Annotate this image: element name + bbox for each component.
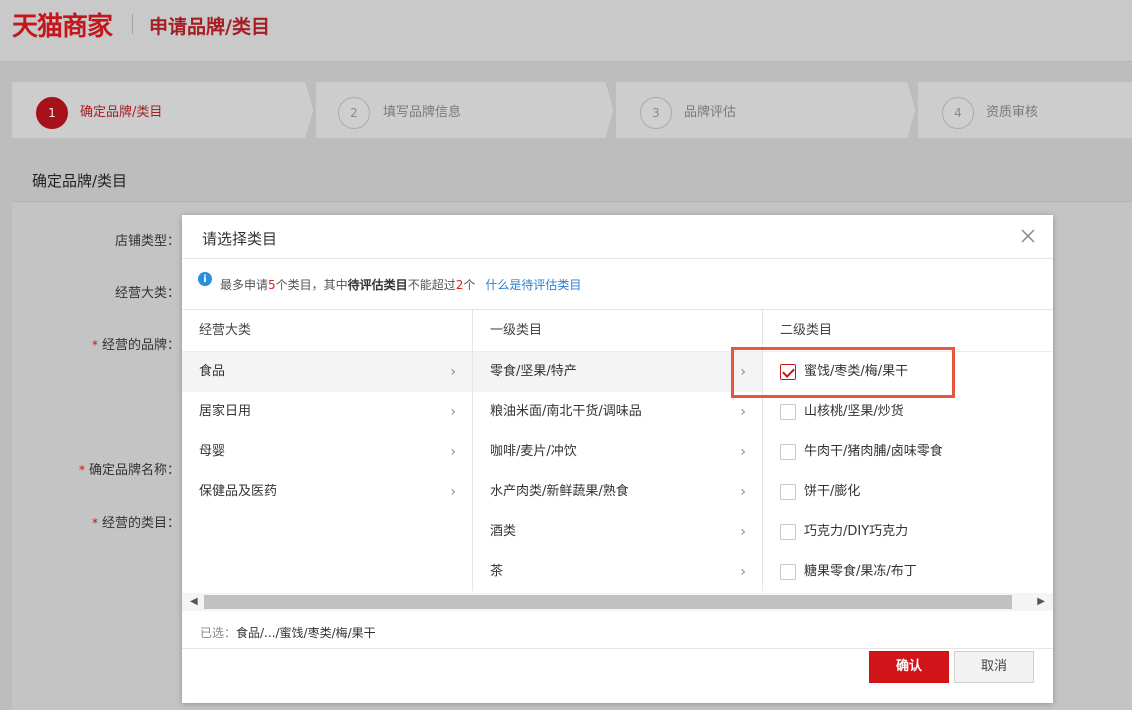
list-item[interactable]: 居家日用 ›: [182, 392, 472, 432]
column-level1-category: 一级类目 零食/坚果/特产 › 粮油米面/南北干货/调味品 › 咖啡/麦片/冲饮 › …: [473, 310, 763, 591]
checkbox[interactable]: [780, 444, 796, 460]
column-main-category: 经营大类 食品 › 居家日用 › 母婴 › 保健品及医药 ›: [182, 310, 473, 591]
list-item[interactable]: 食品 ›: [182, 352, 472, 392]
step-separator-arrow: [600, 82, 615, 138]
category-label: * 经营的类目：: [91, 516, 180, 531]
list-item[interactable]: 酒类 ›: [473, 512, 762, 552]
progress-steps: 1 确定品牌/类目 2 填写品牌信息 3 品牌评估 4 资质审核: [12, 82, 1132, 138]
step-label: 确定品牌/类目: [80, 105, 163, 120]
scroll-left-icon[interactable]: ◀: [190, 596, 198, 607]
list-item[interactable]: 蜜饯/枣类/梅/果干: [763, 352, 1053, 392]
scroll-right-icon[interactable]: ▶: [1037, 596, 1045, 607]
checkbox[interactable]: [780, 484, 796, 500]
list-item[interactable]: 咖啡/麦片/冲饮 ›: [473, 432, 762, 472]
dialog-header: 请选择类目: [182, 215, 1053, 259]
shop-type-label: 店铺类型：: [114, 234, 180, 249]
chevron-right-icon: ›: [740, 564, 746, 580]
list-item[interactable]: 饼干/膨化: [763, 472, 1053, 512]
step-number: 1: [36, 97, 68, 129]
cancel-button[interactable]: 取消: [954, 651, 1034, 683]
list-item[interactable]: 零食/坚果/特产 ›: [473, 352, 762, 392]
tmall-merchant-logo[interactable]: 天猫商家: [12, 6, 113, 43]
list-item[interactable]: 牛肉干/猪肉脯/卤味零食: [763, 432, 1053, 472]
list-item[interactable]: 保健品及医药 ›: [182, 472, 472, 512]
chevron-right-icon: ›: [740, 364, 746, 380]
chevron-right-icon: ›: [450, 404, 456, 420]
step-separator-arrow: [902, 82, 917, 138]
top-header: 天猫商家 申请品牌/类目: [0, 0, 1132, 62]
dialog-title: 请选择类目: [202, 230, 278, 248]
chevron-right-icon: ›: [450, 364, 456, 380]
notice-text: 最多申请5个类目，其中待评估类目不能超过2个: [220, 277, 476, 292]
close-icon[interactable]: [1019, 227, 1037, 245]
step-label: 资质审核: [986, 105, 1039, 120]
footer-divider: [182, 648, 1053, 649]
header-divider: [132, 14, 133, 34]
main-category-label: 经营大类：: [114, 286, 180, 301]
step-2: 2 填写品牌信息: [316, 82, 602, 138]
chevron-right-icon: ›: [740, 524, 746, 540]
list-item[interactable]: 茶 ›: [473, 552, 762, 592]
brand-label: * 经营的品牌：: [91, 338, 180, 353]
category-columns: 经营大类 食品 › 居家日用 › 母婴 › 保健品及医药 › 一级类目 零食/坚果/特产…: [182, 309, 1053, 591]
list-item[interactable]: 糖果零食/果冻/布丁: [763, 552, 1053, 592]
step-number: 3: [640, 97, 672, 129]
checkbox[interactable]: [780, 524, 796, 540]
chevron-right-icon: ›: [740, 404, 746, 420]
checkbox-checked[interactable]: [780, 364, 796, 380]
list-item[interactable]: 粮油米面/南北干货/调味品 ›: [473, 392, 762, 432]
chevron-right-icon: ›: [450, 444, 456, 460]
checkbox[interactable]: [780, 564, 796, 580]
step-3: 3 品牌评估: [616, 82, 904, 138]
column-header: 二级类目: [763, 310, 1053, 352]
column-level2-category: 二级类目 蜜饯/枣类/梅/果干 山核桃/坚果/炒货 牛肉干/猪肉脯/卤味零食 饼…: [763, 310, 1053, 591]
list-item[interactable]: 巧克力/DIY巧克力: [763, 512, 1053, 552]
confirm-button[interactable]: 确认: [869, 651, 949, 683]
chevron-right-icon: ›: [450, 484, 456, 500]
card-title: 确定品牌/类目: [12, 158, 1132, 202]
limit-notice: i 最多申请5个类目，其中待评估类目不能超过2个 什么是待评估类目: [182, 260, 1053, 308]
chevron-right-icon: ›: [740, 444, 746, 460]
step-4: 4 资质审核: [918, 82, 1132, 138]
list-item[interactable]: 母婴 ›: [182, 432, 472, 472]
horizontal-scrollbar[interactable]: ◀ ▶: [182, 593, 1053, 611]
required-mark: *: [91, 338, 98, 352]
required-mark: *: [91, 516, 98, 530]
checkbox[interactable]: [780, 404, 796, 420]
column-header: 一级类目: [473, 310, 762, 352]
brand-name-label: * 确定品牌名称：: [78, 463, 180, 478]
scrollbar-thumb[interactable]: [204, 595, 1012, 609]
page-title: 申请品牌/类目: [149, 16, 270, 38]
step-label: 填写品牌信息: [383, 105, 462, 120]
step-number: 4: [942, 97, 974, 129]
step-separator-arrow: [300, 82, 315, 138]
list-item[interactable]: 山核桃/坚果/炒货: [763, 392, 1053, 432]
required-mark: *: [78, 463, 85, 477]
what-is-pending-category-link[interactable]: 什么是待评估类目: [485, 276, 581, 293]
info-icon: i: [198, 272, 212, 286]
step-1: 1 确定品牌/类目: [12, 82, 302, 138]
column-header: 经营大类: [182, 310, 472, 352]
list-item[interactable]: 水产肉类/新鲜蔬果/熟食 ›: [473, 472, 762, 512]
chevron-right-icon: ›: [740, 484, 746, 500]
step-number: 2: [338, 97, 370, 129]
selected-summary: 已选：食品/.../蜜饯/枣类/梅/果干: [200, 626, 376, 640]
step-label: 品牌评估: [684, 105, 737, 120]
